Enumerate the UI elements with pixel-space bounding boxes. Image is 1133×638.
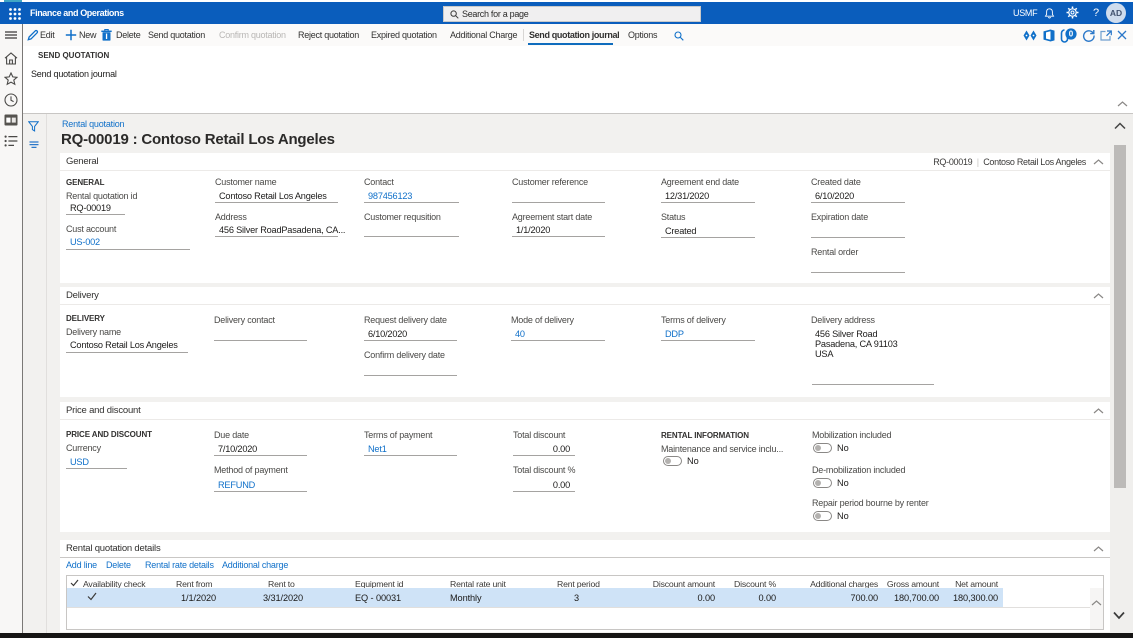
svg-text:0: 0: [1069, 30, 1074, 39]
